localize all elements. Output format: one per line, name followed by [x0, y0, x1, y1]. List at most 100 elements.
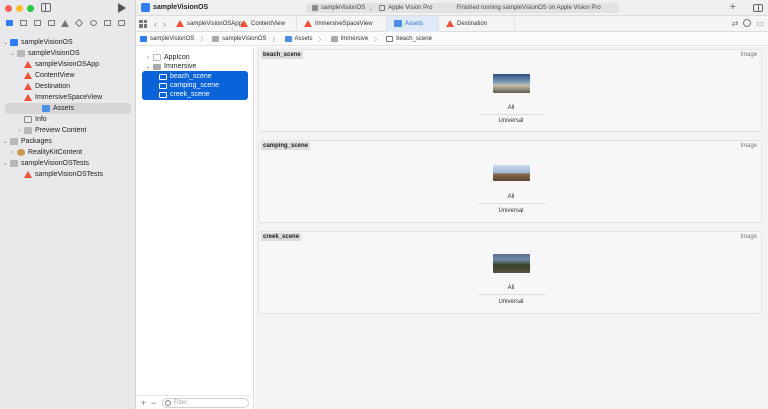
- add-editor-icon[interactable]: ▭: [756, 19, 764, 28]
- slot-label: All: [507, 105, 515, 111]
- tree-item-file[interactable]: sampleVisionOSTests: [0, 169, 136, 180]
- folder-icon: [17, 50, 25, 57]
- scheme-name[interactable]: sampleVisionOS: [321, 5, 365, 11]
- chevron-right-icon[interactable]: ›: [143, 55, 153, 61]
- remove-asset-button[interactable]: −: [151, 398, 156, 408]
- forward-arrow-icon[interactable]: ›: [160, 19, 169, 29]
- source-control-icon: [19, 20, 27, 26]
- image-thumbnail[interactable]: [493, 74, 530, 93]
- app-icon: [141, 3, 150, 12]
- asset-item-camping-scene[interactable]: camping_scene: [142, 81, 248, 90]
- tree-item-label: ImmersiveSpaceView: [35, 94, 103, 101]
- folder-icon: [24, 127, 32, 134]
- slot-label: All: [507, 194, 515, 200]
- asset-card-beach-scene[interactable]: beach_scene Image All Universal: [258, 49, 762, 132]
- add-asset-button[interactable]: +: [141, 398, 146, 408]
- folder-icon: [212, 36, 220, 42]
- project-navigator: ⌄ sampleVisionOS ⌄ sampleVisionOS sample…: [0, 0, 136, 409]
- window-controls: [5, 5, 34, 12]
- chevron-right-icon[interactable]: ›: [16, 128, 23, 134]
- breadcrumb-item[interactable]: beach_scene: [396, 36, 432, 42]
- bookmark-navigator-tab[interactable]: [31, 18, 43, 29]
- chevron-down-icon[interactable]: ⌄: [9, 50, 16, 57]
- chevron-right-icon[interactable]: ›: [9, 150, 16, 156]
- report-navigator-tab[interactable]: [115, 18, 127, 29]
- test-navigator-tab[interactable]: [73, 18, 85, 29]
- related-items-grid-icon[interactable]: [139, 19, 147, 28]
- swift-icon: [240, 20, 248, 27]
- zoom-window-button[interactable]: [27, 5, 34, 12]
- tree-item-group[interactable]: › Preview Content: [0, 125, 136, 136]
- tree-item-file[interactable]: Destination: [0, 81, 136, 92]
- asset-card-creek-scene[interactable]: creek_scene Image All Universal: [258, 231, 762, 314]
- tree-item-label: ContentView: [35, 72, 75, 79]
- tree-item-package[interactable]: › RealityKitContent: [0, 147, 136, 158]
- chevron-down-icon[interactable]: ⌄: [2, 138, 9, 145]
- inspector-toggle-icon[interactable]: [753, 4, 763, 12]
- tab-sampleVisionOSApp[interactable]: sampleVisionOSApp: [169, 15, 242, 32]
- debug-navigator-tab[interactable]: [87, 18, 99, 29]
- asset-item-appicon[interactable]: › AppIcon: [137, 53, 253, 62]
- activity-bar[interactable]: sampleVisionOS 〉 Apple Vision Pro Finish…: [306, 3, 619, 13]
- chevron-down-icon[interactable]: ⌄: [2, 160, 9, 167]
- tree-item-label: sampleVisionOS: [28, 50, 80, 57]
- run-button[interactable]: [118, 3, 126, 13]
- breadcrumb-separator: 〉: [272, 37, 279, 44]
- project-navigator-tab[interactable]: [3, 18, 15, 29]
- minimize-window-button[interactable]: [16, 5, 23, 12]
- refresh-icon[interactable]: ⇄: [732, 19, 739, 28]
- tree-item-project[interactable]: ⌄ sampleVisionOS: [0, 37, 136, 48]
- chevron-down-icon[interactable]: ⌄: [143, 63, 153, 70]
- file-tree: ⌄ sampleVisionOS ⌄ sampleVisionOS sample…: [0, 37, 136, 180]
- breadcrumb-item[interactable]: Immersive: [341, 36, 369, 42]
- close-window-button[interactable]: [5, 5, 12, 12]
- idiom-label: Universal: [498, 208, 524, 214]
- tree-item-group[interactable]: ⌄ sampleVisionOSTests: [0, 158, 136, 169]
- source-control-navigator-tab[interactable]: [17, 18, 29, 29]
- library-add-button[interactable]: +: [730, 1, 736, 13]
- scheme-separator: 〉: [369, 6, 376, 13]
- tree-item-file[interactable]: ContentView: [0, 70, 136, 81]
- breadcrumb-item[interactable]: sampleVisionOS: [222, 36, 266, 42]
- asset-item-beach-scene[interactable]: beach_scene: [142, 72, 248, 81]
- tab-immersivespaceview[interactable]: ImmersiveSpaceView: [297, 15, 387, 32]
- asset-item-creek-scene[interactable]: creek_scene: [142, 90, 248, 99]
- back-arrow-icon[interactable]: ‹: [151, 19, 160, 29]
- swift-icon: [24, 94, 32, 101]
- selected-assets: beach_scene camping_scene creek_scene: [142, 71, 248, 100]
- tab-contentview[interactable]: ContentView: [233, 15, 297, 32]
- asset-card-camping-scene[interactable]: camping_scene Image All Universal: [258, 140, 762, 223]
- breadcrumb-item[interactable]: Assets: [295, 36, 313, 42]
- asset-outline-footer: + − Filter: [137, 395, 254, 409]
- asset-catalog-icon: [42, 105, 50, 112]
- breakpoint-navigator-tab[interactable]: [101, 18, 113, 29]
- asset-folder-immersive[interactable]: ⌄ Immersive: [137, 62, 253, 71]
- tree-item-group[interactable]: ⌄ Packages: [0, 136, 136, 147]
- breadcrumb-item[interactable]: sampleVisionOS: [150, 36, 194, 42]
- filter-field[interactable]: Filter: [161, 397, 249, 408]
- editor-options-icon[interactable]: [743, 19, 752, 27]
- folder-icon: [10, 138, 18, 145]
- chevron-down-icon[interactable]: ⌄: [2, 39, 9, 46]
- image-icon: [159, 82, 167, 89]
- tree-item-file[interactable]: Info: [0, 114, 136, 125]
- tree-item-group[interactable]: ⌄ sampleVisionOS: [0, 48, 136, 59]
- tab-destination[interactable]: Destination: [439, 15, 515, 32]
- image-thumbnail[interactable]: [493, 165, 530, 181]
- image-thumbnail[interactable]: [493, 254, 530, 273]
- tree-item-assets-selected[interactable]: Assets: [5, 103, 131, 114]
- tree-item-file[interactable]: sampleVisionOSApp: [0, 59, 136, 70]
- image-icon: [386, 36, 394, 42]
- window-toolbar: sampleVisionOS sampleVisionOS 〉 Apple Vi…: [136, 0, 768, 16]
- folder-icon: [10, 160, 18, 167]
- tab-assets[interactable]: Assets: [387, 15, 439, 32]
- breadcrumb: sampleVisionOS 〉 sampleVisionOS 〉 Assets…: [136, 33, 768, 46]
- image-icon: [159, 91, 167, 98]
- tree-item-file[interactable]: ImmersiveSpaceView: [0, 92, 136, 103]
- run-destination[interactable]: Apple Vision Pro: [388, 5, 432, 11]
- issue-navigator-tab[interactable]: [59, 18, 71, 29]
- sidebar-toggle-icon[interactable]: [41, 3, 51, 12]
- asset-item-label: camping_scene: [170, 82, 220, 89]
- find-navigator-tab[interactable]: [45, 18, 57, 29]
- asset-item-label: AppIcon: [164, 54, 190, 61]
